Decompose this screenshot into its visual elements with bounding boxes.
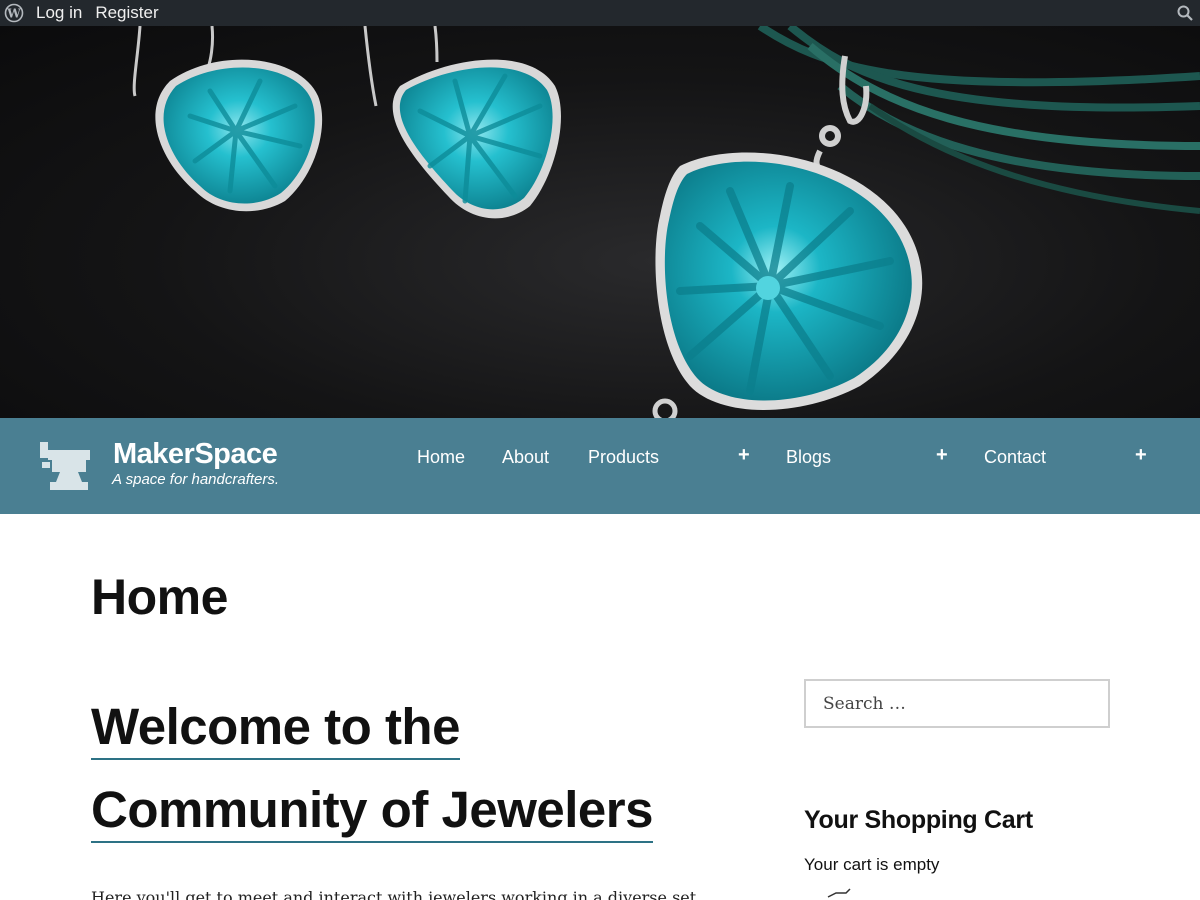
products-submenu-toggle[interactable]: + bbox=[738, 444, 750, 466]
intro-paragraph: Here you'll get to meet and interact wit… bbox=[91, 888, 697, 900]
nav-item-home[interactable]: Home bbox=[417, 446, 465, 468]
nav-item-contact[interactable]: Contact bbox=[984, 446, 1046, 468]
site-tagline: A space for handcrafters. bbox=[112, 471, 280, 488]
cart-heading: Your Shopping Cart bbox=[804, 806, 1033, 834]
earring-left bbox=[155, 59, 323, 212]
contact-submenu-toggle[interactable]: + bbox=[1135, 444, 1147, 466]
cart-status: Your cart is empty bbox=[804, 855, 940, 874]
login-link[interactable]: Log in bbox=[36, 0, 82, 26]
wordpress-icon[interactable]: W bbox=[4, 3, 24, 23]
register-link[interactable]: Register bbox=[95, 0, 158, 26]
welcome-heading: Welcome to the Community of Jewelers bbox=[91, 696, 731, 843]
nav-item-about[interactable]: About bbox=[502, 446, 549, 468]
admin-bar: W Log in Register bbox=[0, 0, 1200, 26]
page-title: Home bbox=[91, 569, 228, 625]
welcome-heading-line-1[interactable]: Welcome to the bbox=[91, 696, 460, 760]
pendant bbox=[652, 152, 923, 418]
nav-item-products[interactable]: Products bbox=[588, 446, 659, 468]
nav-item-blogs[interactable]: Blogs bbox=[786, 446, 831, 468]
earring-right bbox=[392, 59, 561, 219]
site-header: MakerSpace A space for handcrafters. Hom… bbox=[0, 418, 1200, 514]
welcome-heading-line-2[interactable]: Community of Jewelers bbox=[91, 779, 653, 843]
search-input[interactable] bbox=[804, 679, 1110, 728]
cart-icon[interactable] bbox=[826, 887, 856, 900]
blogs-submenu-toggle[interactable]: + bbox=[936, 444, 948, 466]
anvil-icon[interactable] bbox=[38, 438, 94, 494]
search-icon[interactable] bbox=[1176, 4, 1194, 22]
svg-text:W: W bbox=[6, 7, 21, 21]
hero-image bbox=[0, 26, 1200, 418]
site-title[interactable]: MakerSpace bbox=[113, 438, 278, 471]
